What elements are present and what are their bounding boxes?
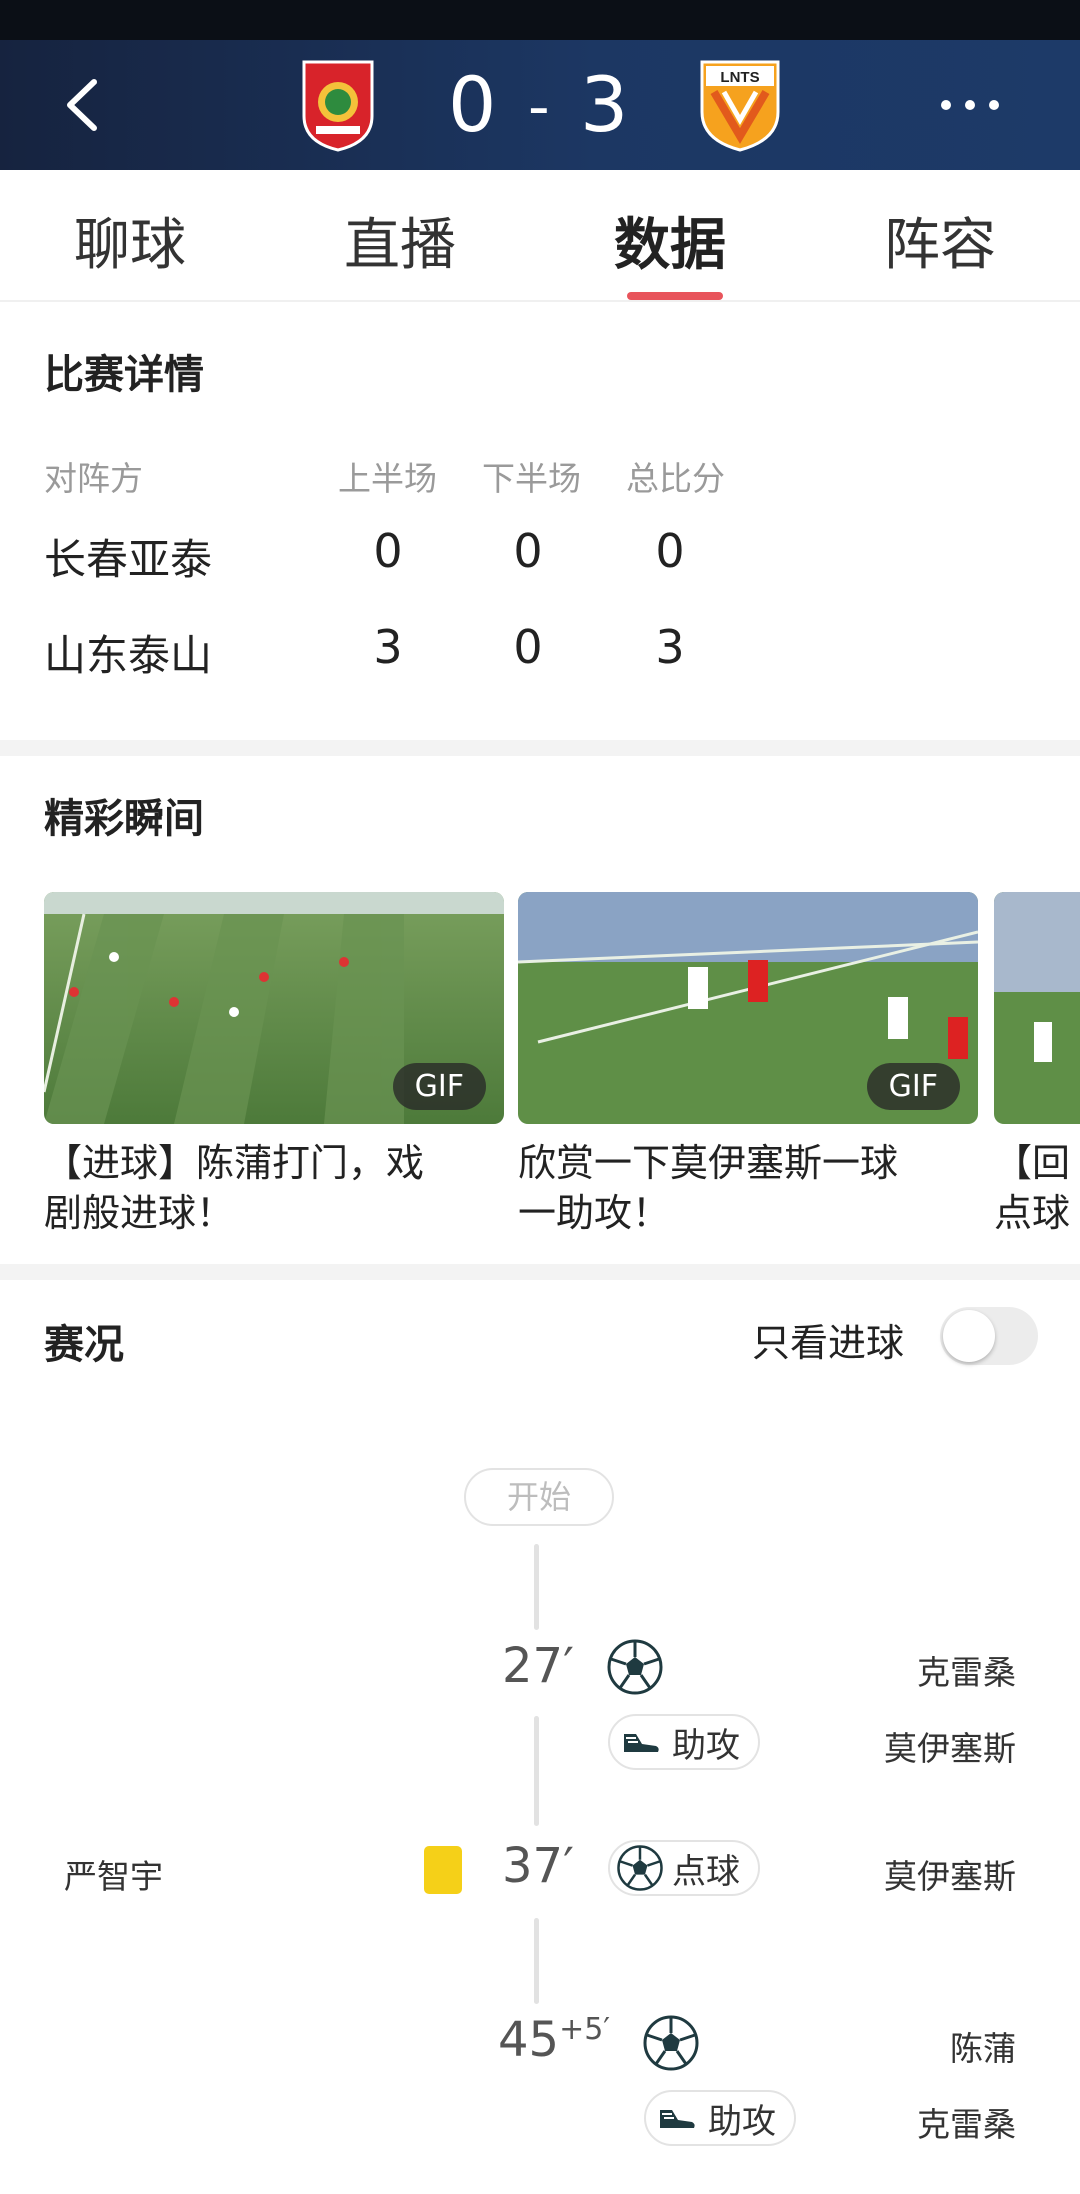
caption-line: 欣赏一下莫伊塞斯一球	[518, 1141, 899, 1185]
soccer-ball-icon	[642, 2014, 700, 2072]
back-arrow-icon[interactable]	[50, 70, 120, 140]
away-first-half: 3	[373, 620, 403, 674]
soccer-ball-icon	[617, 1845, 663, 1891]
home-total: 0	[655, 524, 685, 578]
event-player[interactable]: 克雷桑	[776, 1646, 1016, 1694]
away-score: 3	[580, 60, 629, 149]
team-name-away: 山东泰山	[44, 631, 213, 680]
away-total: 3	[655, 620, 685, 674]
section-divider	[0, 740, 1080, 756]
events-title: 赛况	[44, 1322, 124, 1368]
status-bar	[0, 0, 1080, 40]
home-team-logo[interactable]	[290, 56, 386, 152]
home-first-half: 0	[373, 524, 403, 578]
event-minute-base: 45	[498, 2012, 560, 2068]
assist-label: 助攻	[672, 1725, 740, 1766]
soccer-ball-icon	[606, 1638, 664, 1696]
boot-icon	[618, 1720, 662, 1764]
event-player[interactable]: 陈蒲	[776, 2022, 1016, 2070]
away-logo-text: LNTS	[720, 69, 759, 86]
highlight-caption[interactable]: 【进球】陈蒲打门，戏 剧般进球！	[44, 1138, 514, 1238]
active-tab-indicator	[627, 292, 723, 300]
header-teams: 对阵方	[44, 459, 143, 498]
score-separator: -	[528, 72, 550, 142]
added-time: +5′	[559, 2012, 611, 2047]
highlight-thumbnail[interactable]	[994, 892, 1080, 1124]
highlight-caption[interactable]: 【回 点球	[994, 1138, 1080, 1238]
away-second-half: 0	[513, 620, 543, 674]
match-start-pill: 开始	[464, 1468, 614, 1526]
section-divider	[0, 1264, 1080, 1280]
timeline-line	[534, 1918, 539, 2004]
caption-line: 点球	[994, 1191, 1071, 1235]
caption-line: 【回	[994, 1141, 1071, 1185]
tab-chat[interactable]: 聊球	[74, 200, 186, 281]
home-second-half: 0	[513, 524, 543, 578]
assist-player[interactable]: 莫伊塞斯	[776, 1722, 1016, 1770]
highlights-title: 精彩瞬间	[44, 796, 204, 842]
highlight-caption[interactable]: 欣赏一下莫伊塞斯一球 一助攻！	[518, 1138, 988, 1238]
tab-bar: 聊球 直播 数据 阵容	[0, 170, 1080, 302]
goals-only-toggle[interactable]	[940, 1307, 1038, 1365]
penalty-pill: 点球	[608, 1840, 760, 1896]
toggle-knob	[943, 1310, 995, 1362]
event-minute: 45+5′	[498, 2012, 610, 2068]
more-dots-icon[interactable]	[930, 70, 1010, 140]
assist-pill: 助攻	[644, 2090, 796, 2146]
team-name-home: 长春亚泰	[44, 535, 213, 584]
event-player[interactable]: 莫伊塞斯	[776, 1850, 1016, 1898]
caption-line: 一助攻！	[518, 1191, 671, 1235]
event-minute: 27′	[502, 1638, 574, 1694]
highlight-thumbnail[interactable]: GIF	[518, 892, 978, 1124]
away-team-logo[interactable]: LNTS	[692, 56, 788, 152]
assist-label: 助攻	[708, 2101, 776, 2142]
boot-icon	[654, 2096, 698, 2140]
assist-pill: 助攻	[608, 1714, 760, 1770]
caption-line: 剧般进球！	[44, 1191, 235, 1235]
tab-lineup[interactable]: 阵容	[884, 200, 996, 281]
home-event-player[interactable]: 严智宇	[64, 1850, 163, 1898]
match-header: 0 - 3 LNTS	[0, 40, 1080, 170]
match-details-title: 比赛详情	[44, 352, 204, 398]
timeline-line	[534, 1716, 539, 1826]
header-second-half: 下半场	[482, 459, 581, 498]
header-first-half: 上半场	[338, 459, 437, 498]
goals-only-label: 只看进球	[752, 1321, 905, 1365]
caption-line: 【进球】陈蒲打门，戏	[44, 1141, 425, 1185]
tab-data[interactable]: 数据	[614, 200, 726, 281]
assist-player[interactable]: 克雷桑	[776, 2098, 1016, 2146]
header-total: 总比分	[626, 459, 725, 498]
home-score: 0	[448, 60, 497, 149]
tab-live[interactable]: 直播	[344, 200, 456, 281]
timeline-line	[534, 1544, 539, 1630]
yellow-card-icon	[424, 1846, 462, 1894]
penalty-label: 点球	[672, 1851, 740, 1892]
highlight-thumbnail[interactable]: GIF	[44, 892, 504, 1124]
event-minute: 37′	[502, 1838, 574, 1894]
gif-badge: GIF	[866, 1063, 960, 1110]
gif-badge: GIF	[392, 1063, 486, 1110]
